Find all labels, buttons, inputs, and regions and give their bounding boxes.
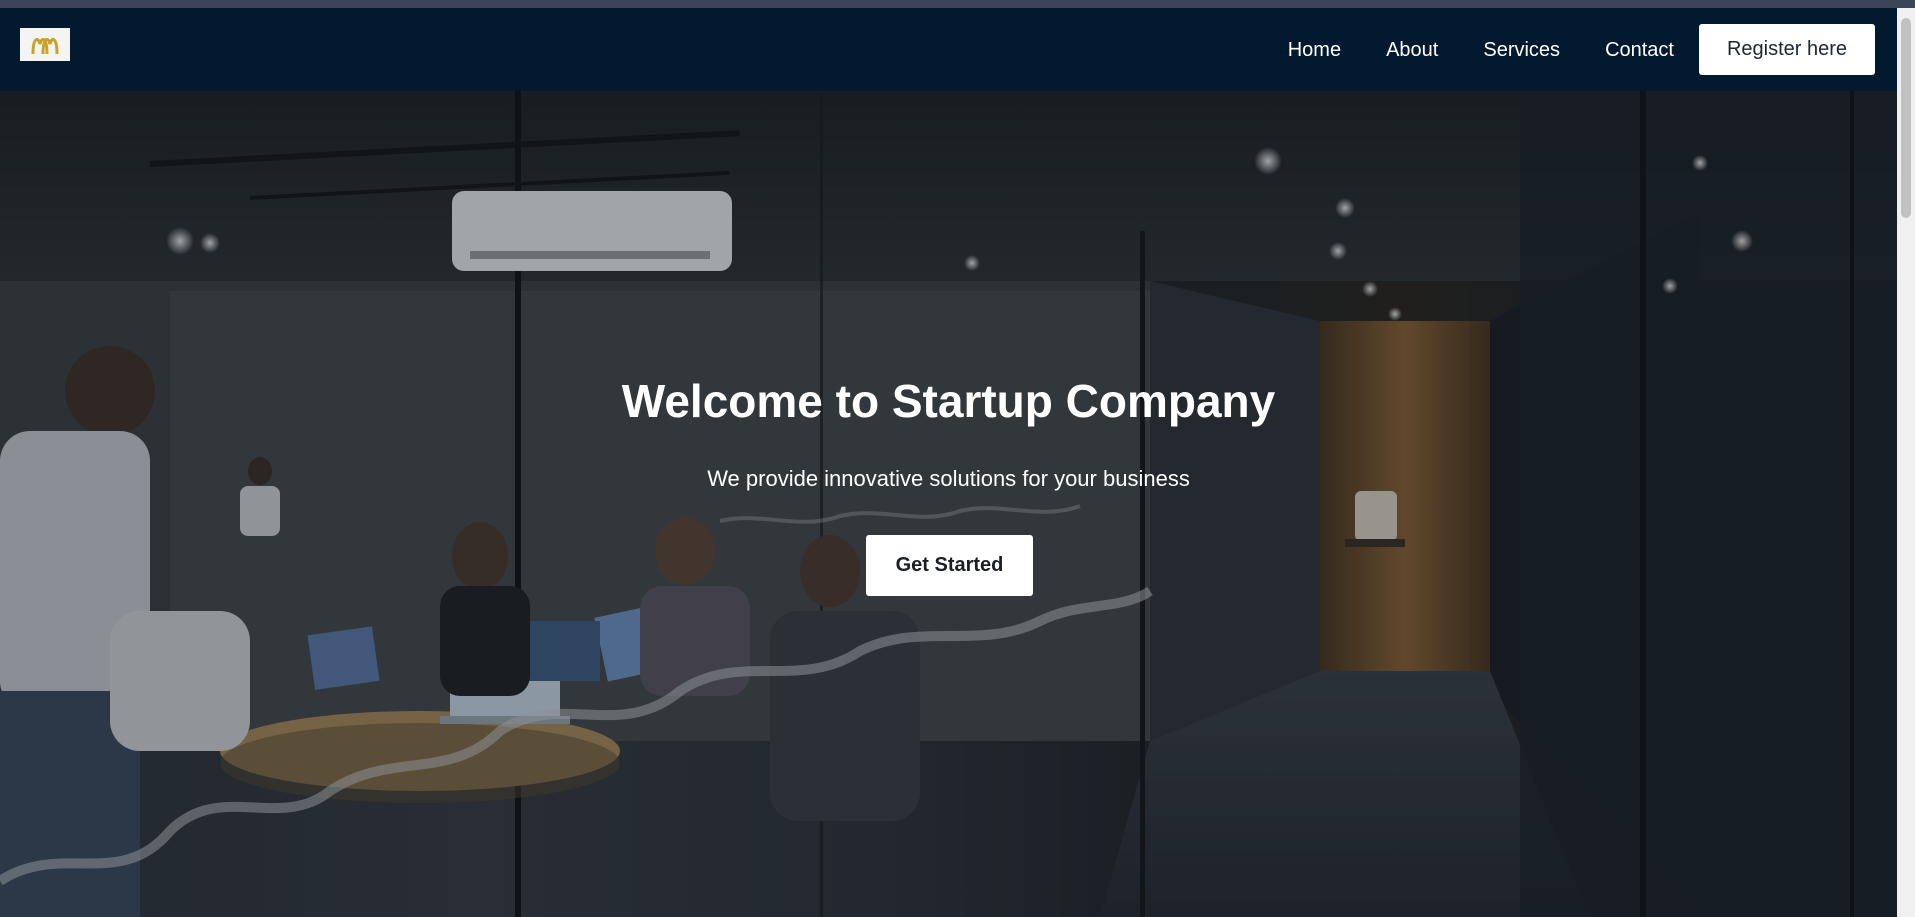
browser-top-strip [0,0,1915,8]
register-button[interactable]: Register here [1699,24,1875,75]
nav-link-services[interactable]: Services [1483,39,1560,61]
nav-link-contact[interactable]: Contact [1605,39,1674,61]
logo[interactable] [20,28,70,61]
get-started-button[interactable]: Get Started [866,535,1033,596]
hero-section: Welcome to Startup Company We provide in… [0,91,1897,917]
scroll-thumb[interactable] [1901,18,1911,218]
navbar: Home About Services Contact Register her… [0,8,1897,91]
nav-link-about[interactable]: About [1386,39,1438,61]
hero-title: Welcome to Startup Company [621,375,1276,427]
page-scrollbar[interactable] [1897,8,1915,917]
nav-link-home[interactable]: Home [1288,39,1341,61]
arches-logo-icon [31,37,59,54]
nav-links: Home About Services Contact Register her… [1288,24,1875,75]
hero-subtitle: We provide innovative solutions for your… [707,466,1190,491]
hero-background-image [0,91,1897,917]
